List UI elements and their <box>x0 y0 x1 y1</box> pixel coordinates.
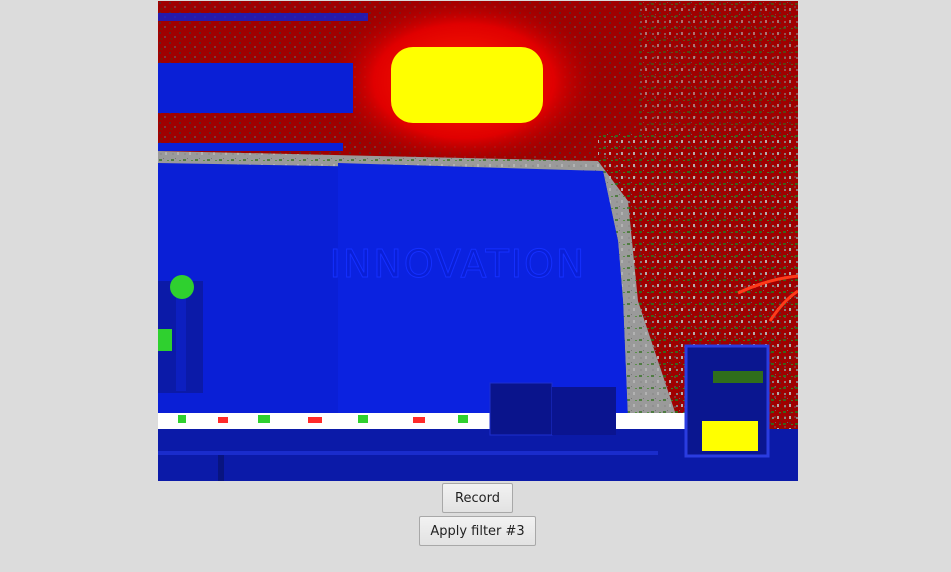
record-button[interactable]: Record <box>442 483 513 513</box>
wall-lettering: INNOVATION <box>330 242 587 286</box>
filtered-camera-image: INNOVATION <box>158 1 798 481</box>
video-preview: INNOVATION <box>158 1 798 481</box>
app-window: INNOVATION Record Apply filter #3 <box>0 0 951 572</box>
apply-filter-button[interactable]: Apply filter #3 <box>419 516 536 546</box>
